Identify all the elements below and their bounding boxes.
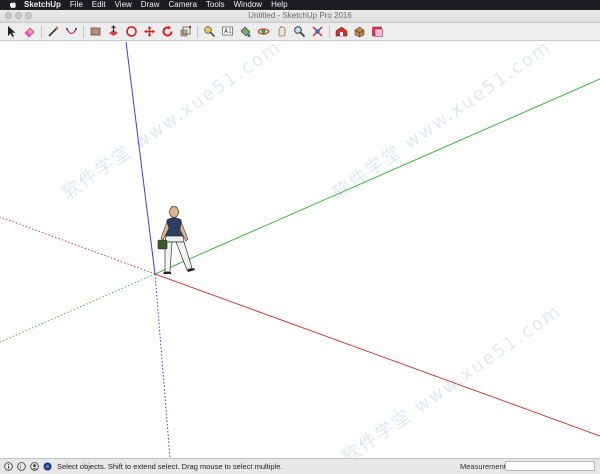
zoom-extents-icon[interactable] [310,25,324,39]
menu-draw[interactable]: Draw [141,0,160,10]
credits-icon[interactable]: i [16,462,26,472]
toolbar-separator [329,25,330,38]
blue-axis-negative [154,273,171,458]
arc-icon[interactable] [64,25,78,39]
line-pencil-icon[interactable] [46,25,60,39]
svg-text:A1: A1 [224,28,232,35]
green-axis-negative [0,273,156,343]
model-viewport[interactable]: 软件学堂 www.xue51.com 软件学堂 www.xue51.com 软件… [0,42,600,458]
orbit-icon[interactable] [256,25,270,39]
mac-menu-bar: SketchUp File Edit View Draw Camera Tool… [0,0,600,10]
rectangle-icon[interactable] [88,25,102,39]
menu-camera[interactable]: Camera [168,0,196,10]
menu-edit[interactable]: Edit [92,0,106,10]
window-title: Untitled - SketchUp Pro 2016 [248,11,352,20]
toolbar-separator [83,25,84,38]
red-axis [154,273,600,437]
axes-canvas [0,42,600,458]
menu-tools[interactable]: Tools [206,0,225,10]
eraser-icon[interactable] [22,25,36,39]
apple-icon[interactable] [8,0,18,10]
extension-warehouse-icon[interactable] [352,25,366,39]
select-arrow-icon[interactable] [4,25,18,39]
paint-bucket-icon[interactable] [238,25,252,39]
scale-icon[interactable] [178,25,192,39]
toolbar-separator [41,25,42,38]
toolbar-separator [197,25,198,38]
blue-axis [125,42,156,275]
svg-text:i: i [19,464,21,470]
measurements-label: Measurements [460,462,510,471]
text-icon[interactable]: A1 [220,25,234,39]
tape-measure-icon[interactable] [202,25,216,39]
menu-sketchup[interactable]: SketchUp [24,0,61,10]
status-bar: i Select objects. Shift to extend select… [0,458,600,474]
main-toolbar: A1 [0,23,600,41]
green-axis [154,78,600,275]
push-pull-icon[interactable] [106,25,120,39]
warehouse-icon[interactable] [334,25,348,39]
menu-help[interactable]: Help [271,0,287,10]
red-axis-negative [0,216,156,275]
menu-window[interactable]: Window [234,0,262,10]
measurements-input[interactable] [505,461,595,471]
menu-view[interactable]: View [115,0,132,10]
scale-figure-person[interactable] [157,205,195,274]
menu-file[interactable]: File [70,0,83,10]
move-icon[interactable] [142,25,156,39]
info-icon[interactable] [3,462,13,472]
user-icon[interactable] [29,462,39,472]
window-title-bar: Untitled - SketchUp Pro 2016 [0,10,600,23]
status-message: Select objects. Shift to extend select. … [57,462,283,471]
pan-icon[interactable] [274,25,288,39]
zoom-icon[interactable] [292,25,306,39]
geolocation-icon[interactable] [42,462,52,472]
follow-me-icon[interactable] [124,25,138,39]
rotate-icon[interactable] [160,25,174,39]
layout-icon[interactable] [370,25,384,39]
